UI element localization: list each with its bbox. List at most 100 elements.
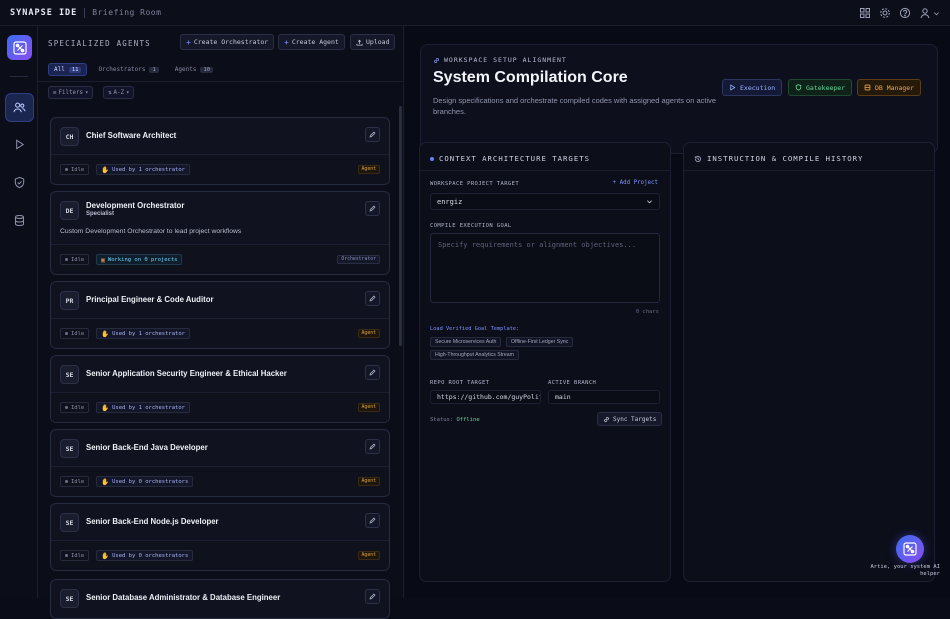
agent-name: Chief Software Architect [86, 131, 177, 140]
gatekeeper-button[interactable]: Gatekeeper [788, 79, 853, 96]
card-footer: Idle ✋ Used by 1 orchestrator Agent [51, 154, 389, 184]
create-orchestrator-button[interactable]: + Create Orchestrator [180, 34, 275, 50]
upload-icon [356, 39, 363, 46]
edit-button[interactable] [365, 365, 380, 380]
ai-helper-label: Artie, your system AI helper [870, 564, 940, 577]
context-title: CONTEXT ARCHITECTURE TARGETS [430, 154, 590, 163]
edit-button[interactable] [365, 291, 380, 306]
edit-button[interactable] [365, 513, 380, 528]
database-icon [13, 214, 26, 227]
tab-agents[interactable]: Agents 10 [170, 63, 218, 76]
template-chip[interactable]: Offline-First Ledger Sync [506, 337, 574, 347]
status-badge: Idle [60, 476, 90, 487]
card-footer: Idle ✋ Used by 1 orchestrator Agent [51, 392, 389, 422]
agent-name: Principal Engineer & Code Auditor [86, 295, 214, 304]
pencil-icon [369, 443, 376, 450]
edit-button[interactable] [365, 201, 380, 216]
app-name: SYNAPSE IDE [10, 7, 78, 18]
plus-icon: + [284, 37, 289, 47]
agent-card[interactable]: SE Senior Back-End Node.js Developer Idl… [50, 503, 390, 571]
status-dot [65, 332, 68, 335]
nav-run[interactable] [5, 130, 34, 159]
project-select[interactable]: enrgiz [430, 193, 660, 210]
status-dot [65, 406, 68, 409]
type-tag: Agent [357, 329, 380, 338]
helper-logo-icon [902, 541, 918, 557]
top-bar: SYNAPSE IDE Briefing Room [0, 0, 950, 26]
agent-card[interactable]: PR Principal Engineer & Code Auditor Idl… [50, 281, 390, 349]
project-label: WORKSPACE PROJECT TARGET [430, 181, 520, 187]
type-tag: Agent [357, 551, 380, 560]
edit-button[interactable] [365, 127, 380, 142]
rail-divider [10, 76, 28, 77]
execution-button[interactable]: Execution [722, 79, 783, 96]
upload-button[interactable]: Upload [350, 34, 396, 50]
tab-all[interactable]: All 11 [48, 63, 88, 76]
pencil-icon [369, 517, 376, 524]
bullet-icon [430, 156, 434, 161]
template-chip[interactable]: Secure Microservices Auth [430, 337, 502, 347]
status-dot [65, 554, 68, 557]
template-chip[interactable]: High-Throughput Analytics Stream [430, 350, 520, 360]
pencil-icon [369, 593, 376, 600]
add-project-link[interactable]: + Add Project [613, 180, 658, 186]
usage-badge: ✋ Used by 0 orchestrators [96, 550, 194, 561]
avatar: SE [60, 365, 79, 384]
repo-input[interactable]: https://github.com/guyPolitzer [430, 390, 541, 404]
tab-orchestrators[interactable]: Orchestrators 1 [93, 63, 163, 76]
ai-helper-button[interactable] [896, 535, 924, 563]
scrollbar[interactable] [399, 106, 402, 346]
link-icon [433, 57, 440, 64]
status-badge: Idle [60, 328, 90, 339]
gear-icon[interactable] [879, 7, 891, 19]
avatar: SE [60, 589, 79, 608]
agent-name: Senior Application Security Engineer & E… [86, 369, 287, 378]
user-menu[interactable] [919, 7, 940, 19]
user-icon [919, 7, 931, 19]
panel-title: SPECIALIZED AGENTS [48, 39, 151, 48]
help-icon[interactable] [899, 7, 911, 19]
create-agent-button[interactable]: + Create Agent [278, 34, 345, 50]
brand-divider [84, 7, 86, 18]
nav-security[interactable] [5, 168, 34, 197]
agent-description: Custom Development Orchestrator to lead … [60, 228, 242, 235]
db-manager-button[interactable]: DB Manager [857, 79, 922, 96]
filter-icon: ≡ [53, 89, 57, 96]
usage-badge: ▣ Working on 0 projects [96, 254, 183, 265]
sort-icon: ⇅ [108, 89, 112, 96]
chevron-down-icon: ▾ [84, 89, 89, 96]
hand-icon: ✋ [101, 329, 110, 338]
agent-card[interactable]: SE Senior Database Administrator & Datab… [50, 579, 390, 619]
page-title: System Compilation Core [433, 69, 628, 86]
top-icons [859, 7, 940, 19]
card-footer: Idle ✋ Used by 0 orchestrators Agent [51, 540, 389, 570]
logo-icon[interactable] [7, 35, 32, 60]
agent-name: Senior Back-End Java Developer [86, 443, 208, 452]
avatar: PR [60, 291, 79, 310]
grid-icon[interactable] [859, 7, 871, 19]
sync-targets-button[interactable]: Sync Targets [597, 412, 663, 426]
branch-input[interactable]: main [548, 390, 660, 404]
type-tag: Agent [357, 403, 380, 412]
filters-dropdown[interactable]: ≡ Filters ▾ [48, 86, 94, 99]
edit-button[interactable] [365, 589, 380, 604]
shield-icon [795, 84, 802, 91]
status-value: Offline [456, 417, 480, 423]
agent-card[interactable]: CH Chief Software Architect Idle ✋ Used b… [50, 117, 390, 185]
hero-kicker: WORKSPACE SETUP ALIGNMENT [433, 56, 567, 64]
avatar: SE [60, 513, 79, 532]
status-dot [65, 258, 68, 261]
nav-agents[interactable] [5, 93, 34, 122]
agents-panel: SPECIALIZED AGENTS + Create Orchestrator … [38, 26, 404, 619]
goal-textarea[interactable]: Specify requirements or alignment object… [430, 233, 660, 303]
type-tag: Agent [357, 477, 380, 486]
edit-button[interactable] [365, 439, 380, 454]
database-icon [864, 84, 871, 91]
agent-card[interactable]: SE Senior Back-End Java Developer Idle ✋… [50, 429, 390, 497]
nav-database[interactable] [5, 206, 34, 235]
sort-dropdown[interactable]: ⇅ A-Z ▾ [103, 86, 135, 99]
pencil-icon [369, 131, 376, 138]
avatar: DE [60, 201, 79, 220]
agent-card[interactable]: DE Development Orchestrator Specialist C… [50, 191, 390, 275]
agent-card[interactable]: SE Senior Application Security Engineer … [50, 355, 390, 423]
